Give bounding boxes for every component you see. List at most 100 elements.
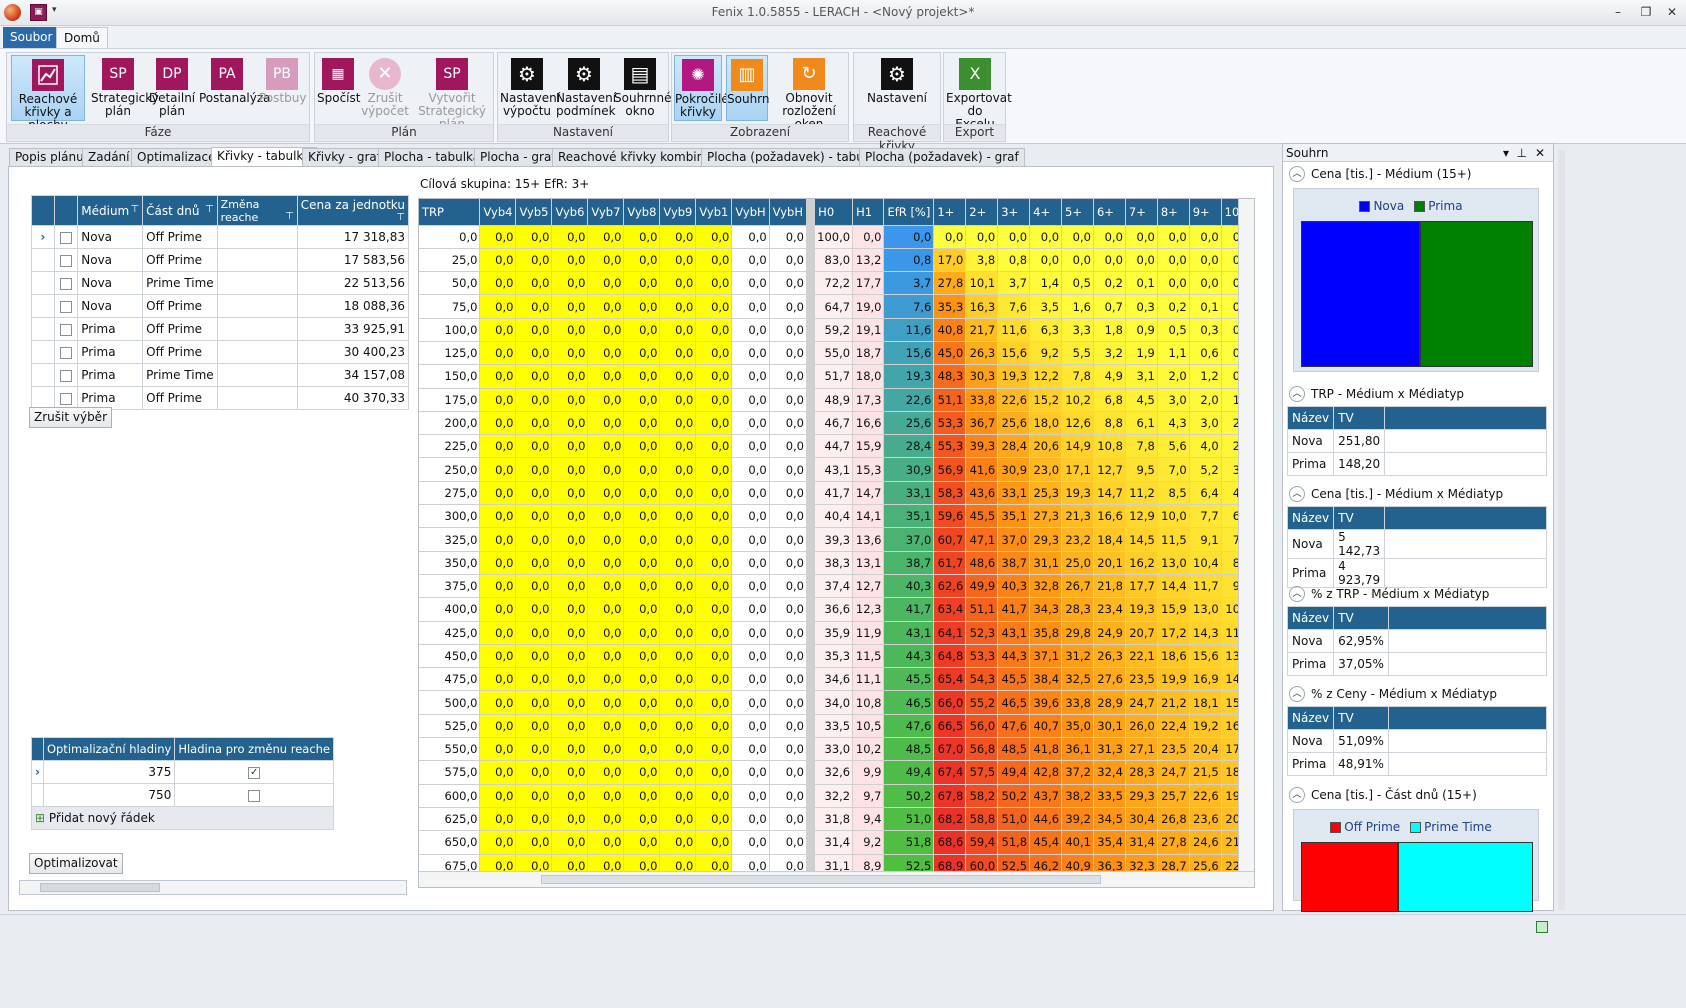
ribbon-button-3-2[interactable]: ↻Obnovit rozložení oken xyxy=(772,55,846,131)
curve-column-header-8[interactable]: VybH xyxy=(731,199,770,226)
opt-level-value[interactable]: 750 xyxy=(42,783,176,807)
collapse-icon[interactable]: ︿ xyxy=(1289,686,1305,702)
ribbon-button-4-0[interactable]: ⚙ Nastavení xyxy=(858,55,936,121)
row-checkbox-cell[interactable] xyxy=(53,363,79,387)
curve-row[interactable]: 150,0 0,0 0,0 0,0 0,0 0,0 0,0 0,0 0,0 0,0 51,7 18,0… xyxy=(419,364,1254,389)
reach-level-checkbox[interactable] xyxy=(248,789,261,802)
curve-column-header-19[interactable]: 7+ xyxy=(1125,199,1158,226)
curve-row[interactable]: 575,0 0,0 0,0 0,0 0,0 0,0 0,0 0,0 0,0 0,0 32,6 9,9 4… xyxy=(419,760,1254,785)
add-row-cell[interactable]: ⊞ Přidat nový řádek xyxy=(30,806,335,830)
curve-column-header-11[interactable]: H1 xyxy=(852,199,885,226)
pin-icon[interactable]: ⊥ xyxy=(1517,144,1527,162)
opt-column-header-1[interactable]: Hladina pro změnu reache xyxy=(174,737,335,761)
curve-row[interactable]: 100,0 0,0 0,0 0,0 0,0 0,0 0,0 0,0 0,0 0,0 59,2 19,1… xyxy=(419,318,1254,342)
scrollbar-thumb[interactable] xyxy=(40,883,160,892)
row-checkbox-cell[interactable] xyxy=(53,317,79,341)
ribbon-button-0-4[interactable]: PB Postbuy xyxy=(259,55,306,121)
menu-home[interactable]: Domů xyxy=(56,27,108,48)
curve-row[interactable]: 475,0 0,0 0,0 0,0 0,0 0,0 0,0 0,0 0,0 0,0 34,6 11,1… xyxy=(419,667,1254,692)
curve-column-header-12[interactable]: EfR [%] xyxy=(883,199,935,226)
filter-icon[interactable]: ⊤ xyxy=(130,204,139,215)
curve-row[interactable]: 300,0 0,0 0,0 0,0 0,0 0,0 0,0 0,0 0,0 0,0 40,4 14,1… xyxy=(419,504,1254,529)
panel-close-icon[interactable]: ✕ xyxy=(1535,144,1545,162)
ribbon-button-0-0[interactable]: Reachové křivky a plochy xyxy=(11,55,85,132)
table-row[interactable]: Nova Off Prime 18 088,36 xyxy=(31,294,410,318)
row-checkbox[interactable] xyxy=(60,300,72,313)
close-icon[interactable]: ✕ xyxy=(1662,3,1682,21)
opt-row[interactable]: 750 xyxy=(31,783,335,807)
ribbon-button-1-0[interactable]: ▦ Spočíst xyxy=(317,55,360,121)
curve-column-header-16[interactable]: 4+ xyxy=(1029,199,1063,226)
left-horizontal-scrollbar[interactable] xyxy=(19,880,407,895)
curve-row[interactable]: 50,0 0,0 0,0 0,0 0,0 0,0 0,0 0,0 0,0 0,0 72,2 17,7 3… xyxy=(419,271,1254,296)
row-checkbox[interactable] xyxy=(60,254,72,267)
curve-row[interactable]: 550,0 0,0 0,0 0,0 0,0 0,0 0,0 0,0 0,0 0,0 33,0 10,2… xyxy=(419,737,1254,762)
filter-icon[interactable]: ⊤ xyxy=(396,212,405,223)
curve-row[interactable]: 275,0 0,0 0,0 0,0 0,0 0,0 0,0 0,0 0,0 0,0 41,7 14,7… xyxy=(419,481,1254,506)
clear-selection-button[interactable]: Zrušit výběr xyxy=(29,407,113,428)
curve-row[interactable]: 525,0 0,0 0,0 0,0 0,0 0,0 0,0 0,0 0,0 0,0 33,5 10,5… xyxy=(419,714,1254,739)
curve-column-header-6[interactable]: Vyb9 xyxy=(659,199,697,226)
curve-row[interactable]: 75,0 0,0 0,0 0,0 0,0 0,0 0,0 0,0 0,0 0,0 64,7 19,0 7… xyxy=(419,294,1254,319)
ribbon-button-1-1[interactable]: ✕ Zrušit výpočet xyxy=(361,55,409,121)
curve-row[interactable]: 250,0 0,0 0,0 0,0 0,0 0,0 0,0 0,0 0,0 0,0 43,1 15,3… xyxy=(419,457,1254,482)
table-row[interactable]: Prima Off Prime 33 925,91 xyxy=(31,317,410,341)
tab-4[interactable]: Křivky - graf xyxy=(302,148,387,167)
row-checkbox[interactable] xyxy=(60,369,72,382)
curve-column-header-13[interactable]: 1+ xyxy=(933,199,967,226)
menu-file[interactable]: Soubor xyxy=(3,27,60,48)
collapse-icon[interactable]: ︿ xyxy=(1289,386,1305,402)
tab-9[interactable]: Plocha (požadavek) - graf xyxy=(859,148,1025,167)
column-header-1[interactable]: Část dnů ⊤ xyxy=(142,195,218,226)
curve-column-header-20[interactable]: 8+ xyxy=(1157,199,1190,226)
ribbon-button-0-2[interactable]: DP Detailní plán xyxy=(147,55,197,121)
row-checkbox[interactable] xyxy=(60,323,72,336)
panel-scrollbar[interactable] xyxy=(1558,150,1565,910)
curve-column-header-5[interactable]: Vyb8 xyxy=(623,199,661,226)
ribbon-button-3-1[interactable]: ▥ Souhrn xyxy=(726,55,770,121)
curve-row[interactable]: 400,0 0,0 0,0 0,0 0,0 0,0 0,0 0,0 0,0 0,0 36,6 12,3… xyxy=(419,597,1254,622)
curve-column-header-9[interactable]: VybH xyxy=(769,199,807,226)
table-row[interactable]: Prima Prime Time 34 157,08 xyxy=(31,363,410,387)
row-checkbox[interactable] xyxy=(60,392,72,405)
table-row[interactable]: Nova Off Prime 17 583,56 xyxy=(31,248,410,272)
ribbon-button-0-3[interactable]: PA Postanalýza xyxy=(199,55,271,121)
filter-icon[interactable]: ⊤ xyxy=(205,204,214,215)
curve-row[interactable]: 225,0 0,0 0,0 0,0 0,0 0,0 0,0 0,0 0,0 0,0 44,7 15,9… xyxy=(419,434,1254,459)
ribbon-button-2-1[interactable]: ⚙ Nastavení podmínek xyxy=(556,55,616,121)
curve-column-header-21[interactable]: 9+ xyxy=(1189,199,1222,226)
curve-row[interactable]: 650,0 0,0 0,0 0,0 0,0 0,0 0,0 0,0 0,0 0,0 31,4 9,2 5… xyxy=(419,830,1254,855)
filter-icon[interactable]: ⊤ xyxy=(285,211,294,223)
curve-row[interactable]: 25,0 0,0 0,0 0,0 0,0 0,0 0,0 0,0 0,0 0,0 83,0 13,2 0… xyxy=(419,248,1254,273)
curve-row[interactable]: 0,0 0,0 0,0 0,0 0,0 0,0 0,0 0,0 0,0 0,0 100,0 0,0 0,… xyxy=(419,225,1254,249)
row-checkbox-cell[interactable] xyxy=(53,271,79,295)
collapse-icon[interactable]: ︿ xyxy=(1289,787,1305,803)
ribbon-button-3-0[interactable]: ✺ Pokročilé křivky xyxy=(674,55,729,121)
ribbon-button-2-0[interactable]: ⚙ Nastavení výpočtu xyxy=(500,55,560,121)
curve-row[interactable]: 200,0 0,0 0,0 0,0 0,0 0,0 0,0 0,0 0,0 0,0 46,7 16,6… xyxy=(419,411,1254,436)
column-header-0[interactable]: Médium ⊤ xyxy=(77,195,144,226)
add-row[interactable]: ⊞ Přidat nový řádek xyxy=(30,806,335,830)
reach-level-checkbox-cell[interactable]: ✓ xyxy=(174,760,335,784)
curve-column-header-4[interactable]: Vyb7 xyxy=(587,199,625,226)
curve-row[interactable]: 375,0 0,0 0,0 0,0 0,0 0,0 0,0 0,0 0,0 0,0 37,4 12,7… xyxy=(419,574,1254,599)
collapse-icon[interactable]: ︿ xyxy=(1289,586,1305,602)
curve-column-header-2[interactable]: Vyb5 xyxy=(515,199,553,226)
row-checkbox-cell[interactable] xyxy=(53,340,79,364)
opt-level-value[interactable]: 375 xyxy=(42,760,176,784)
curve-row[interactable]: 350,0 0,0 0,0 0,0 0,0 0,0 0,0 0,0 0,0 0,0 38,3 13,1… xyxy=(419,551,1254,575)
scrollbar-thumb[interactable] xyxy=(541,875,1101,884)
collapse-icon[interactable]: ︿ xyxy=(1289,486,1305,502)
row-checkbox[interactable] xyxy=(60,277,72,290)
summary-section-header[interactable]: ︿ TRP - Médium x Médiatyp xyxy=(1287,384,1547,404)
row-checkbox-cell[interactable] xyxy=(53,294,79,318)
curve-column-header-17[interactable]: 5+ xyxy=(1061,199,1094,226)
opt-row[interactable]: › 375 ✓ xyxy=(31,760,335,784)
row-checkbox[interactable] xyxy=(60,231,72,244)
row-checkbox-cell[interactable] xyxy=(53,225,79,249)
collapse-icon[interactable]: ︿ xyxy=(1289,166,1305,182)
ribbon-button-5-0[interactable]: XExportovat do Excelu xyxy=(946,55,1012,131)
curve-row[interactable]: 500,0 0,0 0,0 0,0 0,0 0,0 0,0 0,0 0,0 0,0 34,0 10,8… xyxy=(419,690,1254,715)
horizontal-scrollbar[interactable] xyxy=(419,871,1254,887)
curve-column-header-18[interactable]: 6+ xyxy=(1093,199,1126,226)
